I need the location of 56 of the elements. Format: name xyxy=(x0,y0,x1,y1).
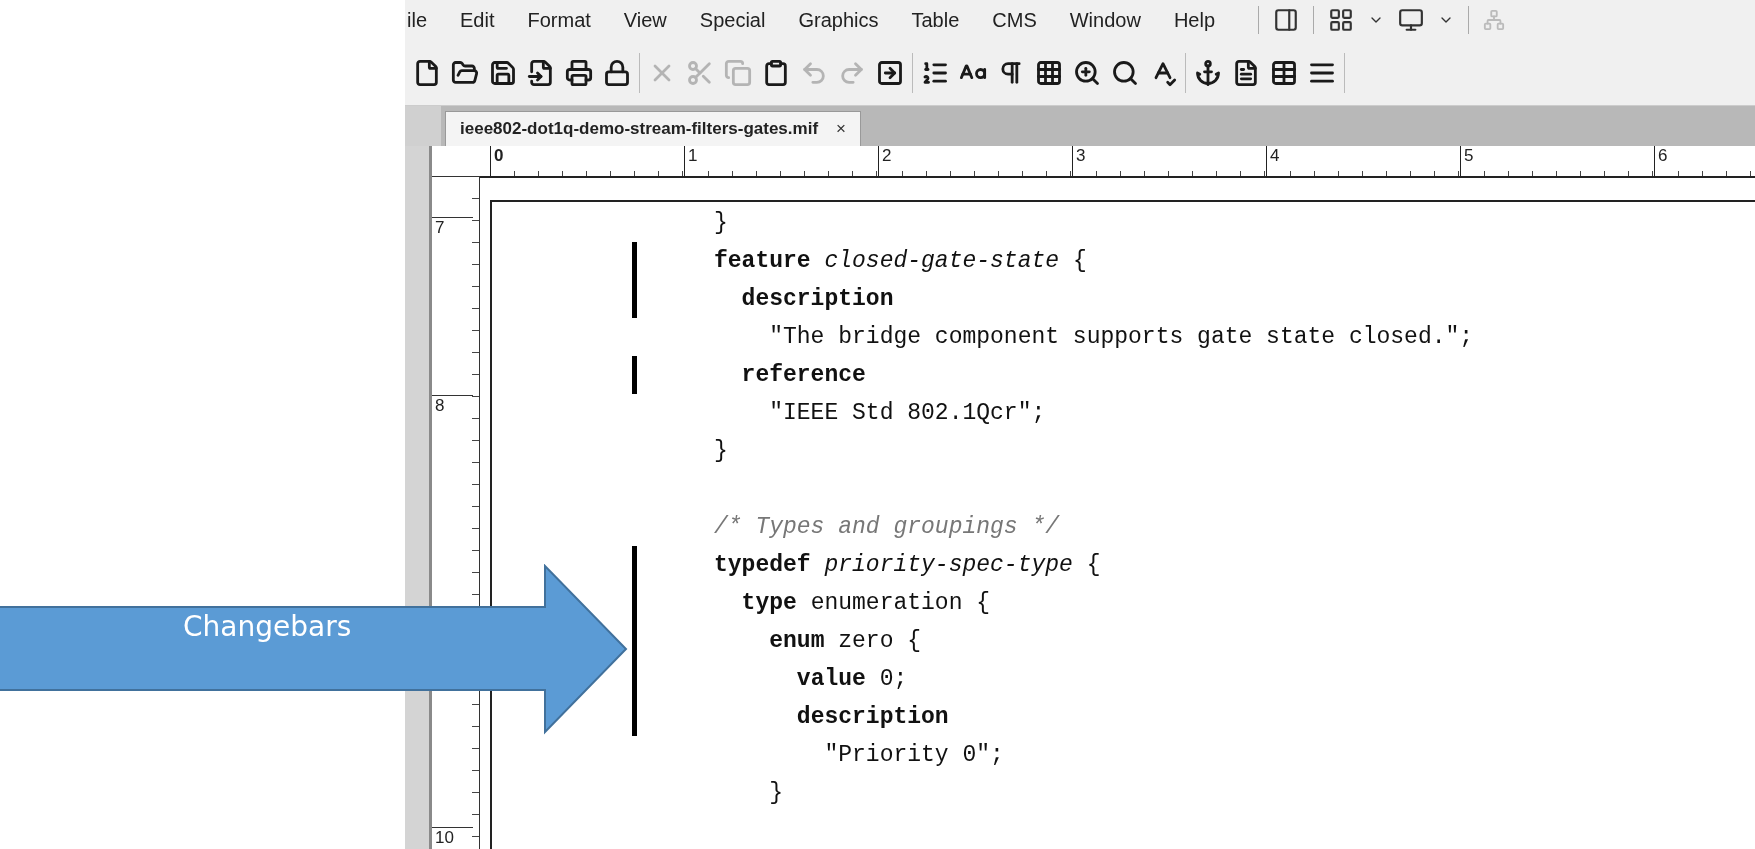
document-tab[interactable]: ieee802-dot1q-demo-stream-filters-gates.mif × xyxy=(445,111,861,146)
menu-item[interactable]: Special xyxy=(699,8,766,32)
code-line: type enumeration { xyxy=(740,590,991,616)
search-icon[interactable] xyxy=(1111,58,1139,87)
code-line: enum zero { xyxy=(768,628,922,654)
ruler-number: 1 xyxy=(688,146,698,165)
table-icon[interactable] xyxy=(1270,58,1298,87)
printer-icon[interactable] xyxy=(565,58,593,87)
lock-icon[interactable] xyxy=(603,58,631,87)
menu-item[interactable]: Graphics xyxy=(798,8,879,32)
ruler-number: 3 xyxy=(1076,146,1086,165)
save-icon[interactable] xyxy=(489,58,517,87)
code-line: "IEEE Std 802.1Qcr"; xyxy=(768,400,1046,426)
layout-icon[interactable] xyxy=(1328,7,1354,33)
clipboard-icon[interactable] xyxy=(762,58,790,87)
code-line: value 0; xyxy=(795,666,908,692)
ruler-number: 0 xyxy=(494,146,504,165)
code-line: typedef priority-spec-type { xyxy=(714,552,1101,578)
menu-item[interactable]: Help xyxy=(1173,8,1215,32)
menu-item[interactable]: Window xyxy=(1069,8,1141,32)
code-line: reference xyxy=(740,362,866,388)
ruler-number: 7 xyxy=(432,217,473,238)
menu-item[interactable]: View xyxy=(623,8,667,32)
panel-icon[interactable] xyxy=(1273,7,1299,33)
grid-icon[interactable] xyxy=(1035,58,1063,87)
code-line: "Priority 0"; xyxy=(823,742,1004,768)
folder-icon[interactable] xyxy=(451,58,479,87)
import-icon[interactable] xyxy=(527,58,555,87)
code-line: } xyxy=(714,438,728,464)
ruler-number: 4 xyxy=(1270,146,1280,165)
menu-item[interactable]: CMS xyxy=(992,8,1037,32)
ruler-number: 2 xyxy=(882,146,892,165)
code-comment: /* Types and groupings */ xyxy=(714,514,1060,540)
monitor-icon[interactable] xyxy=(1398,7,1424,33)
menu-item[interactable]: Edit xyxy=(460,8,495,32)
close-button[interactable]: × xyxy=(836,119,846,139)
ruler-number: 10 xyxy=(432,827,473,848)
arrow-label: Changebars xyxy=(183,609,352,643)
code-line: feature closed-gate-state { xyxy=(714,248,1087,274)
zoom-icon[interactable] xyxy=(1073,58,1101,87)
arrow-box-icon[interactable] xyxy=(876,58,904,87)
anchor-icon[interactable] xyxy=(1194,58,1222,87)
code-line: description xyxy=(740,286,894,312)
ruler-number: 5 xyxy=(1464,146,1474,165)
code-line: "The bridge component supports gate state closed."; xyxy=(768,324,1474,350)
code-line: } xyxy=(768,780,783,806)
ruler-number: 6 xyxy=(1658,146,1668,165)
tab-title: ieee802-dot1q-demo-stream-filters-gates.mif xyxy=(460,119,819,139)
document-icon[interactable] xyxy=(1232,58,1260,87)
menu-item[interactable]: Format xyxy=(527,8,591,32)
code-line: } xyxy=(714,210,728,236)
document-icon[interactable] xyxy=(413,58,441,87)
menu-item[interactable]: ile xyxy=(407,8,427,32)
code-line: description xyxy=(795,704,949,730)
menu-item[interactable]: Table xyxy=(911,8,960,32)
ruler-number: 8 xyxy=(432,395,473,416)
